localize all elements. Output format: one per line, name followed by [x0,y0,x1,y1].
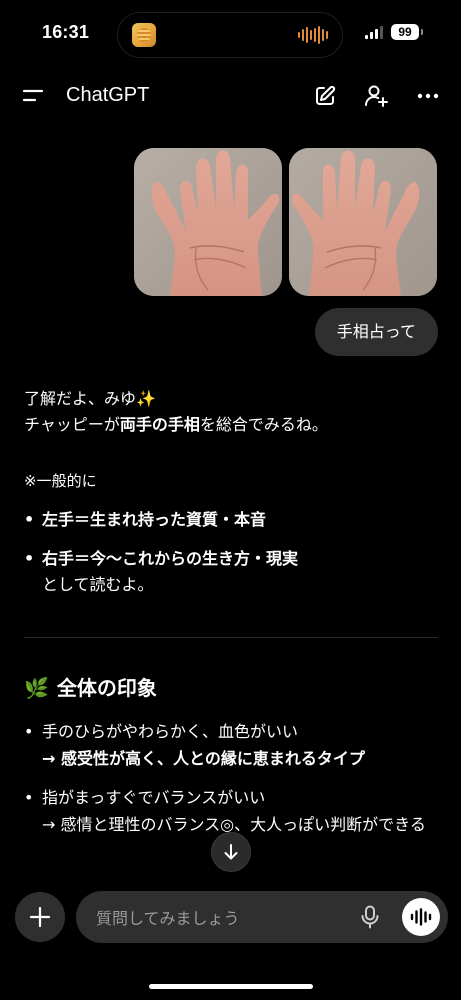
intro-text-before: チャッピーが [24,415,120,434]
section-heading: 🌿 全体の印象 [24,672,157,704]
status-bar: 16:31 99 [0,0,461,64]
impression-result-2: → 感情と理性のバランス◎、大人っぽい判断ができる [42,815,426,834]
app-header: ChatGPT [0,72,461,120]
list-item: 手のひらがやわらかく、血色がいい → 感受性が高く、人との縁に恵まれるタイプ [24,718,438,772]
more-options-button[interactable] [414,82,442,110]
mic-icon [361,905,379,929]
right-hand-meaning-extra: として読むよ。 [42,575,154,594]
reply-greeting: 了解だよ、みゆ✨ [24,386,438,412]
impression-point-1: 手のひらがやわらかく、血色がいい [42,722,299,741]
list-item: 右手＝今〜これからの生き方・現実 として読むよ。 [24,546,438,598]
scroll-to-bottom-button[interactable] [211,832,251,872]
audio-waveform-icon [298,26,328,44]
user-message-bubble[interactable]: 手相占って [314,308,438,356]
sparkles-emoji: ✨ [136,389,156,408]
message-composer [76,891,448,945]
uploaded-palm-photo-left[interactable] [134,148,282,296]
menu-icon[interactable] [22,86,46,106]
status-time: 16:31 [42,22,90,42]
leaf-emoji: 🌿 [24,676,49,700]
status-indicators: 99 [365,24,423,40]
assistant-reply: 了解だよ、みゆ✨ チャッピーが両手の手相を総合でみるね。 ※一般的に 左手＝生ま… [24,386,438,598]
list-item: 左手＝生まれ持った資質・本音 [24,507,438,533]
plus-icon [29,906,51,928]
dictation-button[interactable] [358,904,382,930]
battery-indicator: 99 [391,24,423,40]
dynamic-island[interactable] [117,12,343,58]
left-hand-meaning: 左手＝生まれ持った資質・本音 [42,510,267,529]
list-item: 指がまっすぐでバランスがいい → 感情と理性のバランス◎、大人っぽい判断ができる [24,784,438,838]
app-title[interactable]: ChatGPT [66,84,149,107]
new-chat-button[interactable] [311,82,339,110]
intro-text-after: を総合でみるね。 [199,415,328,434]
impression-list: 手のひらがやわらかく、血色がいい → 感受性が高く、人との縁に恵まれるタイプ 指… [24,718,438,850]
arrow-down-icon [224,844,238,860]
reply-note: ※一般的に [24,472,97,490]
attach-button[interactable] [15,892,65,942]
add-person-icon [365,85,388,107]
greeting-text: 了解だよ、みゆ [24,389,137,408]
home-indicator[interactable] [149,984,313,989]
more-icon [417,93,439,99]
add-people-button[interactable] [362,82,390,110]
section-divider [24,637,438,638]
impression-result-1: → 感受性が高く、人との縁に恵まれるタイプ [42,749,365,768]
cellular-signal-icon [365,25,383,39]
edit-icon [316,85,336,105]
voice-mode-button[interactable] [402,898,440,936]
impression-point-2: 指がまっすぐでバランスがいい [42,788,266,807]
now-playing-app-icon [132,23,156,47]
uploaded-palm-photo-right[interactable] [289,148,437,296]
voice-waveform-icon [410,908,432,926]
hands-list: 左手＝生まれ持った資質・本音 右手＝今〜これからの生き方・現実 として読むよ。 [24,507,438,598]
reply-intro: チャッピーが両手の手相を総合でみるね。 [24,412,438,438]
right-hand-meaning: 右手＝今〜これからの生き方・現実 [42,549,299,568]
intro-text-bold: 両手の手相 [119,415,200,434]
message-input[interactable] [94,891,348,945]
section-title: 全体の印象 [56,676,157,700]
